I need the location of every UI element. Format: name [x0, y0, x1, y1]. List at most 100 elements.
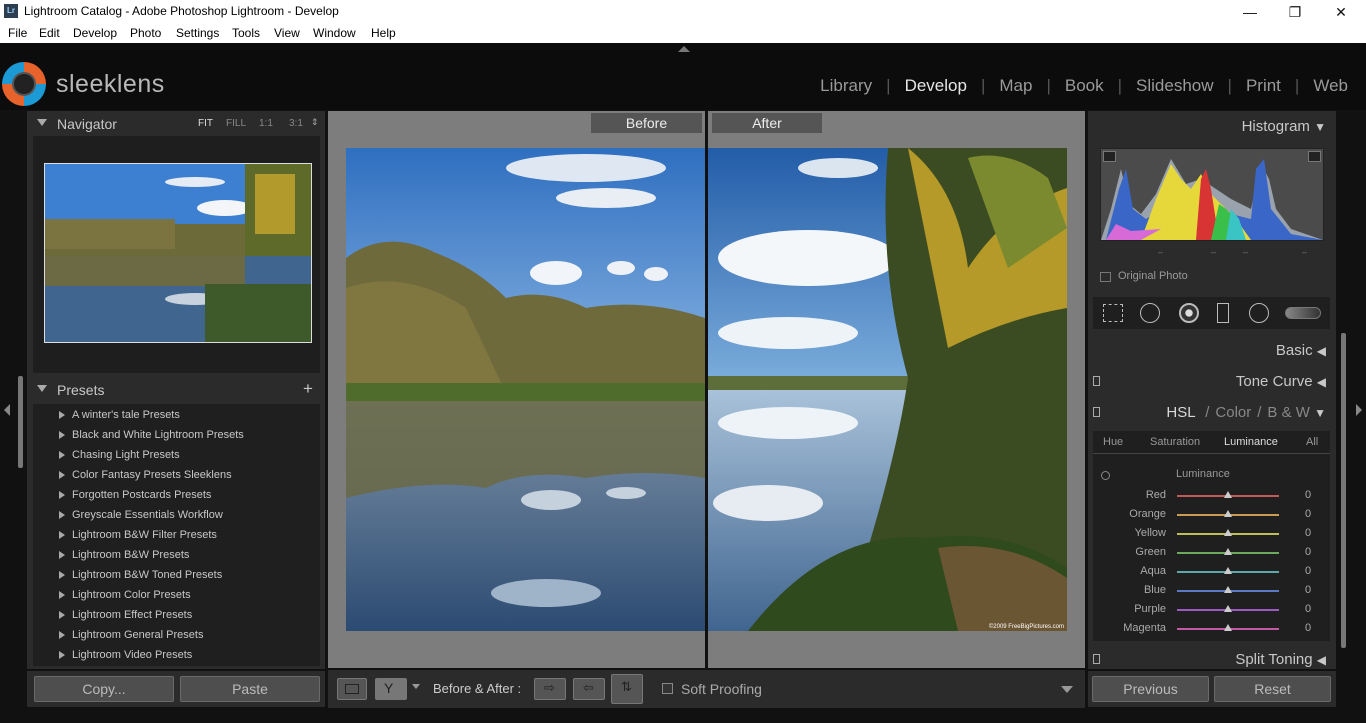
panel-toggle-switch[interactable] [1093, 376, 1100, 386]
module-book[interactable]: Book [1051, 76, 1118, 95]
split-toning-header[interactable]: Split Toning ◀ [1235, 651, 1326, 668]
menu-edit[interactable]: Edit [39, 26, 60, 40]
red-eye-icon[interactable] [1179, 303, 1199, 323]
target-adjustment-icon[interactable] [1101, 471, 1110, 480]
radial-filter-icon[interactable] [1249, 303, 1269, 323]
luminance-green-slider[interactable]: Green 0 [1093, 544, 1330, 562]
collapse-triangle-icon[interactable] [37, 119, 47, 126]
module-slideshow[interactable]: Slideshow [1122, 76, 1228, 95]
preset-folder[interactable]: Greyscale Essentials Workflow [33, 505, 320, 525]
original-photo-checkbox[interactable] [1100, 272, 1111, 282]
expand-triangle-icon[interactable]: ◀ [1317, 375, 1326, 389]
slider-value[interactable]: 0 [1305, 565, 1311, 577]
presets-header[interactable]: Presets + [27, 379, 325, 404]
collapse-triangle-icon[interactable] [37, 385, 47, 392]
toolbar-content-dropdown-icon[interactable] [1061, 686, 1073, 693]
preset-folder[interactable]: Forgotten Postcards Presets [33, 485, 320, 505]
zoom-1-1[interactable]: 1:1 [259, 118, 273, 129]
menu-develop[interactable]: Develop [73, 26, 117, 40]
tab-luminance[interactable]: Luminance [1224, 436, 1278, 448]
preset-folder[interactable]: Lightroom B&W Presets [33, 545, 320, 565]
luminance-red-slider[interactable]: Red 0 [1093, 487, 1330, 505]
bw-tab[interactable]: B & W [1267, 404, 1310, 421]
luminance-blue-slider[interactable]: Blue 0 [1093, 582, 1330, 600]
module-develop[interactable]: Develop [891, 76, 981, 95]
preset-folder[interactable]: Lightroom Video Presets [33, 645, 320, 665]
collapse-triangle-icon[interactable]: ▼ [1314, 120, 1326, 134]
after-photo[interactable]: ©2009 FreeBigPictures.com [708, 148, 1067, 631]
slider-knob[interactable] [1224, 624, 1232, 631]
tab-hue[interactable]: Hue [1103, 436, 1123, 448]
zoom-fill[interactable]: FILL [226, 118, 246, 129]
navigator-thumbnail[interactable] [44, 163, 312, 343]
copy-before-to-after-icon[interactable]: ⇨ [534, 678, 566, 700]
slider-knob[interactable] [1224, 548, 1232, 555]
histogram-header[interactable]: Histogram ▼ [1242, 118, 1326, 135]
left-scrollbar[interactable] [18, 376, 23, 468]
menu-window[interactable]: Window [313, 26, 356, 40]
menu-help[interactable]: Help [371, 26, 396, 40]
collapse-right-panel-icon[interactable] [1356, 404, 1362, 416]
preset-folder[interactable]: Lightroom Color Presets [33, 585, 320, 605]
collapse-left-panel-icon[interactable] [4, 404, 10, 416]
slider-value[interactable]: 0 [1305, 508, 1311, 520]
slider-knob[interactable] [1224, 510, 1232, 517]
luminance-purple-slider[interactable]: Purple 0 [1093, 601, 1330, 619]
collapse-triangle-icon[interactable]: ▼ [1314, 406, 1326, 420]
module-map[interactable]: Map [985, 76, 1046, 95]
adjustment-brush-icon[interactable] [1285, 307, 1321, 319]
menu-photo[interactable]: Photo [130, 26, 161, 40]
hsl-tab[interactable]: HSL [1166, 404, 1195, 421]
expand-triangle-icon[interactable]: ◀ [1317, 344, 1326, 358]
menu-file[interactable]: File [8, 26, 27, 40]
color-tab[interactable]: Color [1215, 404, 1251, 421]
loupe-view-icon[interactable] [337, 678, 367, 700]
zoom-stepper-icon[interactable]: ⇕ [311, 117, 319, 128]
slider-knob[interactable] [1224, 567, 1232, 574]
luminance-yellow-slider[interactable]: Yellow 0 [1093, 525, 1330, 543]
paste-button[interactable]: Paste [180, 676, 320, 702]
luminance-aqua-slider[interactable]: Aqua 0 [1093, 563, 1330, 581]
slider-knob[interactable] [1224, 529, 1232, 536]
luminance-magenta-slider[interactable]: Magenta 0 [1093, 620, 1330, 638]
slider-knob[interactable] [1224, 491, 1232, 498]
crop-overlay-icon[interactable] [1103, 304, 1123, 322]
shadow-clipping-icon[interactable] [1103, 151, 1116, 162]
preset-folder[interactable]: Lightroom Effect Presets [33, 605, 320, 625]
module-web[interactable]: Web [1299, 76, 1362, 95]
soft-proofing-checkbox[interactable] [662, 683, 673, 694]
basic-header[interactable]: Basic ◀ [1276, 342, 1326, 359]
slider-value[interactable]: 0 [1305, 546, 1311, 558]
menu-view[interactable]: View [274, 26, 300, 40]
view-mode-dropdown-icon[interactable] [412, 684, 420, 689]
before-after-view-icon[interactable]: Y [375, 678, 407, 700]
swap-before-after-icon[interactable]: ⇅ [611, 674, 643, 704]
reset-button[interactable]: Reset [1214, 676, 1331, 702]
navigator-header[interactable]: Navigator FIT FILL 1:1 3:1 ⇕ [27, 114, 325, 138]
slider-value[interactable]: 0 [1305, 603, 1311, 615]
tab-all[interactable]: All [1306, 436, 1318, 448]
zoom-3-1[interactable]: 3:1 [289, 118, 303, 129]
tone-curve-header[interactable]: Tone Curve ◀ [1236, 373, 1326, 390]
slider-value[interactable]: 0 [1305, 622, 1311, 634]
highlight-clipping-icon[interactable] [1308, 151, 1321, 162]
slider-knob[interactable] [1224, 605, 1232, 612]
tab-saturation[interactable]: Saturation [1150, 436, 1200, 448]
panel-toggle-switch[interactable] [1093, 407, 1100, 417]
slider-value[interactable]: 0 [1305, 527, 1311, 539]
previous-button[interactable]: Previous [1092, 676, 1209, 702]
menu-settings[interactable]: Settings [176, 26, 219, 40]
copy-after-to-before-icon[interactable]: ⇦ [573, 678, 605, 700]
slider-value[interactable]: 0 [1305, 584, 1311, 596]
preset-folder[interactable]: Lightroom B&W Filter Presets [33, 525, 320, 545]
preset-folder[interactable]: Black and White Lightroom Presets [33, 425, 320, 445]
module-print[interactable]: Print [1232, 76, 1295, 95]
add-preset-icon[interactable]: + [303, 379, 313, 399]
before-photo[interactable] [346, 148, 705, 631]
minimize-icon[interactable]: — [1227, 2, 1273, 22]
expand-triangle-icon[interactable]: ◀ [1317, 653, 1326, 667]
preset-folder[interactable]: Color Fantasy Presets Sleeklens [33, 465, 320, 485]
luminance-orange-slider[interactable]: Orange 0 [1093, 506, 1330, 524]
preset-folder[interactable]: Lightroom B&W Toned Presets [33, 565, 320, 585]
restore-icon[interactable]: ❐ [1272, 2, 1318, 22]
